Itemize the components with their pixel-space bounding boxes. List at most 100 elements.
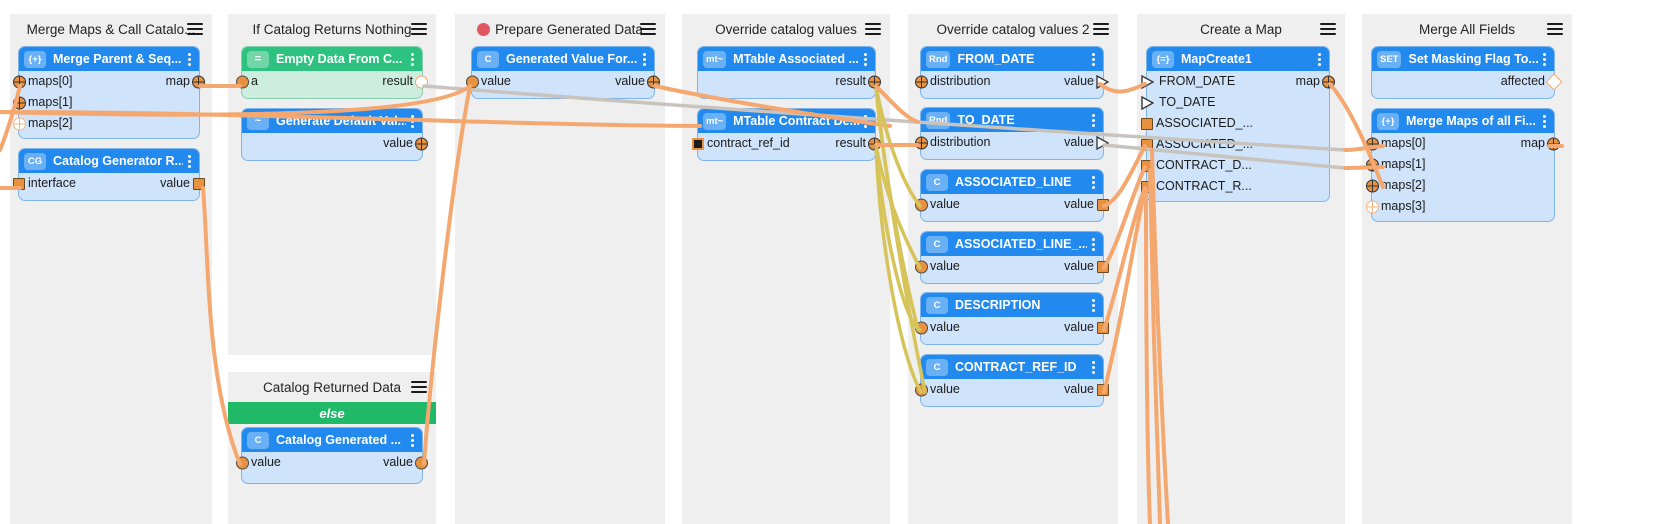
port-row[interactable]: ASSOCIATED_... <box>1141 113 1329 134</box>
node-set-masking-flag-to[interactable]: SET Set Masking Flag To... affected <box>1371 46 1563 99</box>
port-row[interactable]: a result <box>236 71 428 92</box>
port-row[interactable]: value value <box>236 452 428 473</box>
input-port-value[interactable] <box>236 456 249 469</box>
port-row[interactable]: CONTRACT_D... <box>1141 155 1329 176</box>
input-port-from-date[interactable] <box>1141 74 1155 89</box>
input-port-to-date[interactable] <box>1141 95 1155 110</box>
hamburger-icon[interactable] <box>411 23 427 35</box>
hamburger-icon[interactable] <box>1547 23 1563 35</box>
port-row[interactable]: maps[2] <box>13 113 199 134</box>
node-header[interactable]: Rnd FROM_DATE <box>921 47 1103 71</box>
hamburger-icon[interactable] <box>1320 23 1336 35</box>
node-header[interactable]: C ASSOCIATED_LINE <box>921 170 1103 194</box>
input-port-maps3[interactable] <box>1366 200 1379 213</box>
port-row[interactable]: value value <box>466 71 660 92</box>
input-port-maps0[interactable] <box>1366 137 1379 150</box>
node-header[interactable]: ~ Generate Default Val... <box>242 109 422 133</box>
input-port-value[interactable] <box>915 260 928 273</box>
node-menu-icon[interactable] <box>1087 297 1099 313</box>
node-menu-icon[interactable] <box>1313 51 1325 67</box>
node-header[interactable]: C Generated Value For... <box>472 47 654 71</box>
node-menu-icon[interactable] <box>1087 112 1099 128</box>
output-port-value[interactable] <box>647 75 660 88</box>
output-port-value[interactable] <box>1097 198 1109 211</box>
input-port-contract-r[interactable] <box>1141 180 1153 193</box>
node-header[interactable]: SET Set Masking Flag To... <box>1372 47 1554 71</box>
node-header[interactable]: {+} Merge Parent & Seq... <box>19 47 199 71</box>
node-header[interactable]: {=} MapCreate1 <box>1147 47 1329 71</box>
port-row[interactable]: interface value <box>13 173 205 194</box>
node-to-date[interactable]: Rnd TO_DATE distribution value <box>915 107 1110 160</box>
port-row[interactable]: value value <box>915 379 1109 400</box>
port-row[interactable]: maps[2] <box>1366 175 1554 196</box>
node-description[interactable]: C DESCRIPTION value value <box>915 292 1109 345</box>
input-port-value[interactable] <box>915 321 928 334</box>
input-port-contract-ref-id[interactable] <box>692 137 704 150</box>
node-menu-icon[interactable] <box>859 113 871 129</box>
port-row[interactable]: maps[0] map <box>1366 133 1560 154</box>
port-row[interactable]: value value <box>915 256 1109 277</box>
output-port-value[interactable] <box>1097 321 1109 334</box>
node-associated-line-2[interactable]: C ASSOCIATED_LINE_... value value <box>915 231 1109 284</box>
node-header[interactable]: {+} Merge Maps of all Fi... <box>1372 109 1554 133</box>
node-mtable-associated[interactable]: mt~ MTable Associated ... result <box>697 46 881 99</box>
input-port-distribution[interactable] <box>915 75 928 88</box>
input-port-a[interactable] <box>236 75 249 88</box>
node-catalog-generator-r[interactable]: CG Catalog Generator R... interface valu… <box>13 148 205 201</box>
input-port-value[interactable] <box>466 75 479 88</box>
output-port-value[interactable] <box>1097 260 1109 273</box>
port-row[interactable]: CONTRACT_R... <box>1141 176 1329 197</box>
node-generated-value-for[interactable]: C Generated Value For... value value <box>466 46 660 99</box>
node-merge-parent-seq[interactable]: {+} Merge Parent & Seq... maps[0] map ma… <box>13 46 205 139</box>
node-header[interactable]: CG Catalog Generator R... <box>19 149 199 173</box>
node-header[interactable]: Rnd TO_DATE <box>921 108 1103 132</box>
output-port-value[interactable] <box>193 177 205 190</box>
node-menu-icon[interactable] <box>406 51 418 67</box>
output-port-map[interactable] <box>1322 75 1335 88</box>
hamburger-icon[interactable] <box>640 23 656 35</box>
port-row[interactable]: maps[1] <box>13 92 199 113</box>
output-port-value[interactable] <box>415 137 428 150</box>
port-row[interactable]: maps[1] <box>1366 154 1554 175</box>
node-header[interactable]: C Catalog Generated ... <box>242 428 422 452</box>
hamburger-icon[interactable] <box>187 23 203 35</box>
hamburger-icon[interactable] <box>865 23 881 35</box>
flow-canvas[interactable]: Merge Maps & Call Catalo... If Catalog R… <box>0 0 1655 524</box>
input-port-maps0[interactable] <box>13 75 26 88</box>
node-header[interactable]: C DESCRIPTION <box>921 293 1103 317</box>
output-port-value[interactable] <box>1096 74 1110 89</box>
input-port-interface[interactable] <box>13 177 25 190</box>
input-port-value[interactable] <box>915 198 928 211</box>
port-row[interactable]: ASSOCIATED_... <box>1141 134 1329 155</box>
output-port-result[interactable] <box>415 75 428 88</box>
port-row[interactable]: distribution value <box>915 71 1110 92</box>
port-row[interactable]: value value <box>915 194 1109 215</box>
output-port-result[interactable] <box>868 75 881 88</box>
port-row[interactable]: maps[3] <box>1366 196 1554 217</box>
node-header[interactable]: C ASSOCIATED_LINE_... <box>921 232 1103 256</box>
output-port-map[interactable] <box>192 75 205 88</box>
port-row[interactable]: contract_ref_id result <box>692 133 881 154</box>
node-empty-data-from-c[interactable]: = Empty Data From C... a result <box>236 46 428 99</box>
node-header[interactable]: = Empty Data From C... <box>242 47 422 71</box>
port-row[interactable]: TO_DATE <box>1141 92 1329 113</box>
node-menu-icon[interactable] <box>1538 113 1550 129</box>
input-port-maps1[interactable] <box>13 96 26 109</box>
node-menu-icon[interactable] <box>183 51 195 67</box>
input-port-contract-d[interactable] <box>1141 159 1153 172</box>
input-port-associated-1[interactable] <box>1141 117 1153 130</box>
port-row[interactable]: value value <box>915 317 1109 338</box>
node-mtable-contract-de[interactable]: mt~ MTable Contract De... contract_ref_i… <box>692 108 881 161</box>
output-port-value[interactable] <box>415 456 428 469</box>
output-port-result[interactable] <box>868 137 881 150</box>
node-menu-icon[interactable] <box>183 153 195 169</box>
node-menu-icon[interactable] <box>406 432 418 448</box>
node-catalog-generated[interactable]: C Catalog Generated ... value value <box>236 427 428 484</box>
output-port-map[interactable] <box>1547 137 1560 150</box>
port-row[interactable]: distribution value <box>915 132 1110 153</box>
input-port-maps2[interactable] <box>1366 179 1379 192</box>
node-menu-icon[interactable] <box>859 51 871 67</box>
node-menu-icon[interactable] <box>1087 359 1099 375</box>
output-port-value[interactable] <box>1097 383 1109 396</box>
port-row[interactable]: affected <box>1372 71 1563 92</box>
